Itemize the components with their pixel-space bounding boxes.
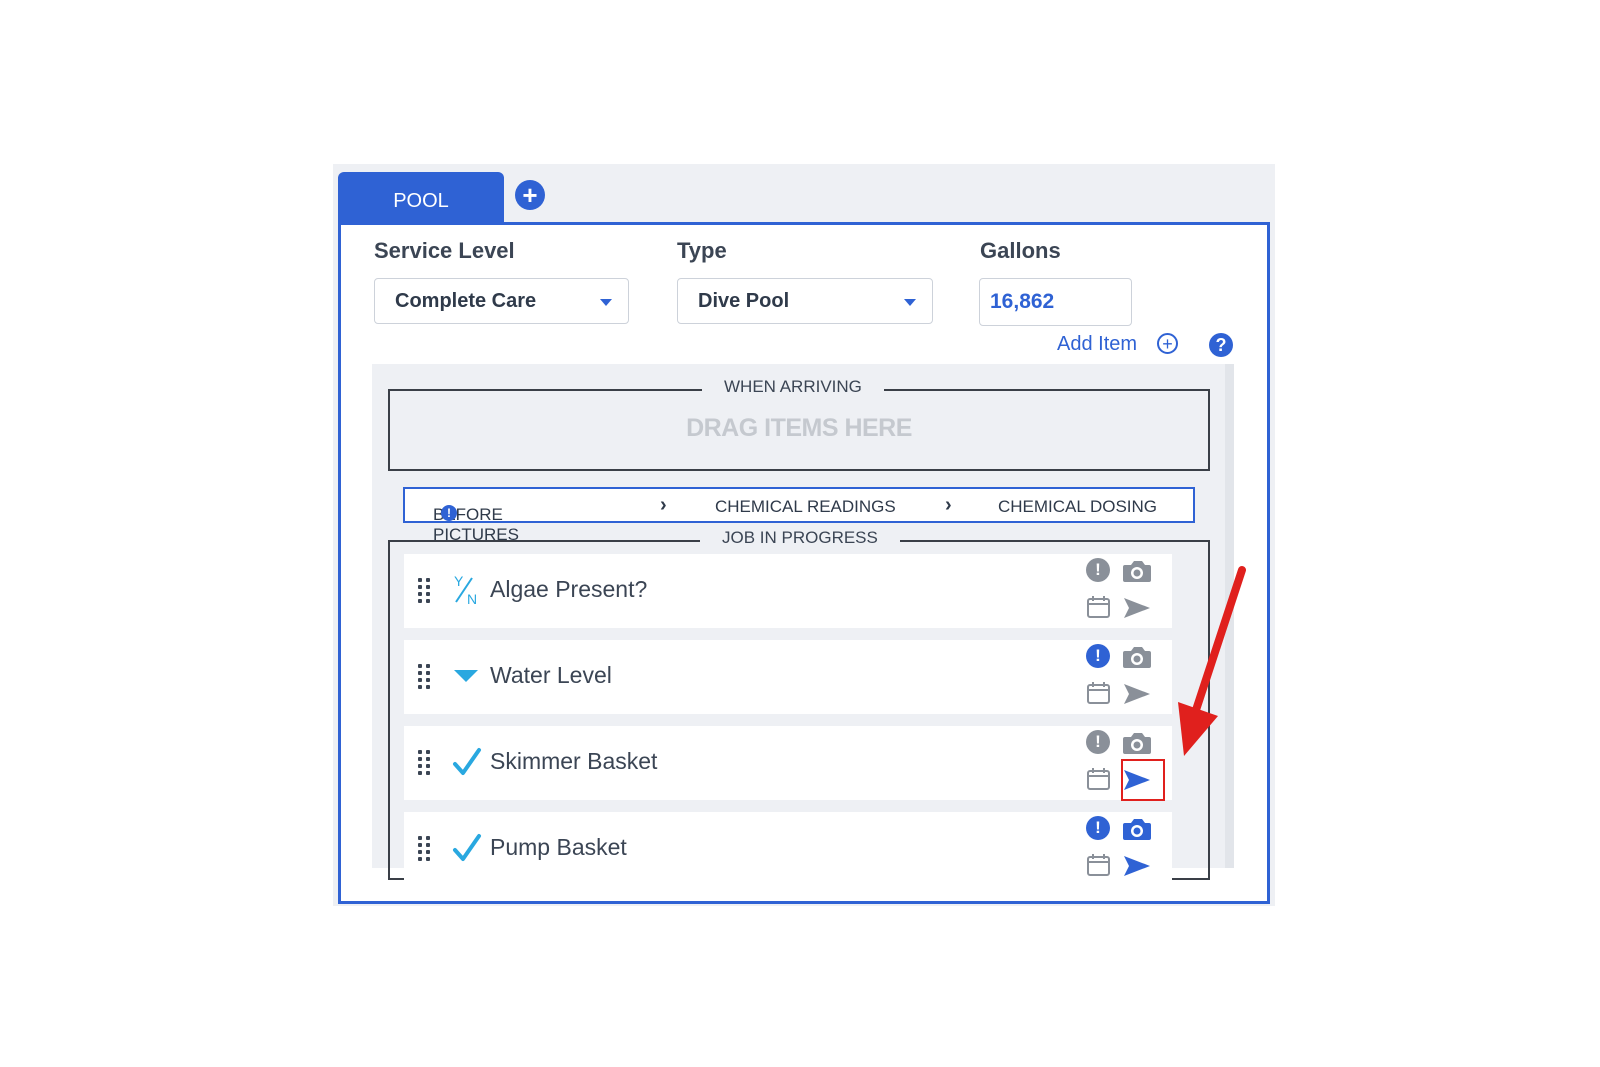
- checkmark-icon: [452, 744, 482, 780]
- step-chemical-dosing[interactable]: CHEMICAL DOSING: [998, 497, 1157, 517]
- annotation-arrow: [1178, 566, 1246, 756]
- workflow-steps: BEFORE PICTURES! › CHEMICAL READINGS › C…: [403, 487, 1195, 544]
- type-select[interactable]: Dive Pool: [677, 278, 933, 324]
- chevron-right-icon: ›: [660, 494, 667, 516]
- send-icon[interactable]: [1122, 854, 1152, 880]
- add-tab-button[interactable]: +: [515, 180, 545, 210]
- step-chemical-readings[interactable]: CHEMICAL READINGS: [715, 497, 896, 517]
- checklist-row[interactable]: Y N Algae Present?!: [404, 554, 1172, 628]
- service-level-label: Service Level: [374, 238, 515, 263]
- checklist-item-label: Algae Present?: [490, 576, 648, 602]
- service-level-select[interactable]: Complete Care: [374, 278, 629, 324]
- type-value: Dive Pool: [698, 289, 790, 312]
- tab-pool[interactable]: POOL: [338, 172, 504, 224]
- alert-icon[interactable]: !: [1086, 730, 1110, 754]
- checkmark-icon: [452, 830, 482, 866]
- checklist-row[interactable]: Skimmer Basket!: [404, 726, 1172, 800]
- camera-icon[interactable]: [1122, 558, 1152, 584]
- drag-handle-icon[interactable]: [418, 750, 432, 776]
- drag-handle-icon[interactable]: [418, 578, 432, 604]
- chevron-down-icon: [904, 299, 916, 306]
- job-in-progress-title: JOB IN PROGRESS: [700, 528, 900, 548]
- calendar-icon[interactable]: [1086, 766, 1112, 792]
- drag-items-hint: DRAG ITEMS HERE: [686, 414, 912, 442]
- checklist-row[interactable]: Pump Basket!: [404, 812, 1172, 886]
- alert-icon[interactable]: !: [1086, 558, 1110, 582]
- dropdown-icon: [452, 658, 482, 694]
- annotation-highlight-box: [1121, 759, 1165, 801]
- add-item-link[interactable]: Add Item: [1057, 333, 1137, 356]
- alert-icon: !: [441, 505, 457, 521]
- checklist-row[interactable]: Water Level!: [404, 640, 1172, 714]
- alert-icon[interactable]: !: [1086, 816, 1110, 840]
- drag-handle-icon[interactable]: [418, 664, 432, 690]
- question-icon[interactable]: ?: [1209, 333, 1233, 357]
- type-label: Type: [677, 238, 727, 263]
- when-arriving-title: WHEN ARRIVING: [702, 377, 884, 397]
- drag-handle-icon[interactable]: [418, 836, 432, 862]
- gallons-label: Gallons: [980, 238, 1061, 263]
- send-icon[interactable]: [1122, 682, 1152, 708]
- checklist-item-label: Skimmer Basket: [490, 748, 658, 774]
- calendar-icon[interactable]: [1086, 594, 1112, 620]
- calendar-icon[interactable]: [1086, 680, 1112, 706]
- yes-no-icon: YN: [452, 572, 482, 608]
- camera-icon[interactable]: [1122, 816, 1152, 842]
- gallons-input[interactable]: [979, 278, 1132, 326]
- camera-icon[interactable]: [1122, 644, 1152, 670]
- checklist-item-label: Pump Basket: [490, 834, 627, 860]
- camera-icon[interactable]: [1122, 730, 1152, 756]
- plus-icon: +: [522, 180, 538, 210]
- svg-text:N: N: [467, 591, 477, 607]
- chevron-down-icon: [600, 299, 612, 306]
- plus-circle-icon[interactable]: +: [1157, 333, 1178, 354]
- checklist-item-label: Water Level: [490, 662, 612, 688]
- chevron-right-icon: ›: [945, 494, 952, 516]
- alert-icon[interactable]: !: [1086, 644, 1110, 668]
- service-level-value: Complete Care: [395, 289, 537, 312]
- svg-text:Y: Y: [454, 573, 464, 589]
- send-icon[interactable]: [1122, 596, 1152, 622]
- calendar-icon[interactable]: [1086, 852, 1112, 878]
